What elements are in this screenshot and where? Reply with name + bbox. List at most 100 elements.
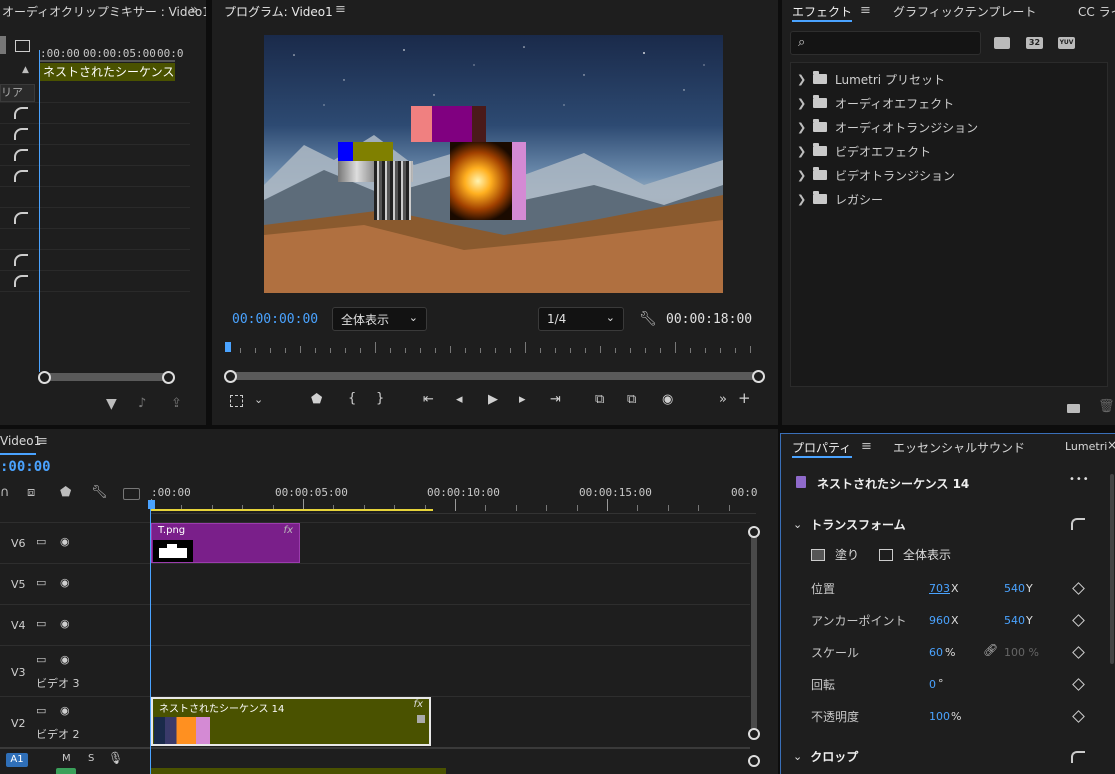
opacity-value[interactable]: 100 [929, 710, 950, 723]
keyframe-position-icon[interactable] [1072, 582, 1085, 595]
safe-margins-icon[interactable] [230, 395, 243, 407]
more-options-icon[interactable]: ••• [1069, 474, 1090, 485]
anchor-x-value[interactable]: 960 [929, 614, 950, 627]
tree-item-video-effects[interactable]: ❯ ビデオエフェクト [797, 141, 931, 161]
effects-search-box[interactable]: ⌕ [790, 31, 981, 55]
panel-layout-icon[interactable] [15, 40, 30, 52]
keyframe-rotation-icon[interactable] [1072, 678, 1085, 691]
camera-icon[interactable]: ◉ [662, 393, 673, 406]
reset-icon[interactable] [14, 212, 28, 224]
filter-icon[interactable]: ▼ [106, 397, 117, 411]
audio-target-indicator[interactable] [56, 768, 76, 774]
video-tracks-scrollbar[interactable] [751, 529, 757, 735]
film-icon[interactable]: ▭ [36, 704, 46, 717]
more-controls-icon[interactable]: » [719, 393, 727, 406]
panel-menu-icon[interactable]: ≡ [37, 435, 48, 448]
audio-track-a1-header[interactable]: A1 M S 🎙︎ [0, 750, 150, 774]
linked-selection-icon[interactable]: ⧈ [27, 486, 35, 499]
reset-icon[interactable] [14, 128, 28, 140]
reset-icon[interactable] [14, 170, 28, 182]
wrench-icon[interactable]: 🔧︎ [91, 486, 108, 499]
track-header-v2[interactable]: V2 ▭ ◉ ビデオ 2 [0, 697, 150, 747]
scroll-handle-right[interactable] [752, 370, 765, 383]
film-icon[interactable]: ▭ [36, 653, 46, 666]
marker-icon[interactable]: ⬟ [311, 393, 322, 406]
go-to-in-icon[interactable]: ⇤ [423, 393, 434, 406]
panel-menu-icon[interactable]: ≡ [861, 440, 872, 453]
audio-track-icon[interactable]: ♪ [138, 397, 146, 410]
extract-icon[interactable]: ⧉ [627, 393, 636, 406]
timeline-timecode[interactable]: :00:00 [0, 459, 51, 475]
add-button-icon[interactable]: + [738, 391, 751, 406]
audio-clip[interactable] [151, 768, 446, 774]
32bit-effects-icon[interactable]: 32 [1026, 37, 1043, 49]
track-target-a1[interactable]: A1 [6, 753, 28, 767]
eye-icon[interactable]: ◉ [60, 535, 70, 548]
accelerated-effects-icon[interactable] [994, 37, 1010, 49]
reset-crop-icon[interactable] [1071, 751, 1085, 763]
timeline-title[interactable]: Video1 [0, 434, 41, 448]
scroll-handle-top[interactable] [748, 755, 760, 767]
panel-menu-icon[interactable]: ≡ [335, 3, 346, 16]
chevron-down-icon[interactable]: ⌄ [793, 750, 802, 763]
lift-icon[interactable]: ⧉ [595, 393, 604, 406]
add-marker-icon[interactable]: ⬟ [60, 486, 71, 499]
step-back-icon[interactable]: ◂ [456, 393, 463, 406]
tab-lumetri[interactable]: Lumetri [1065, 440, 1107, 453]
scroll-handle-top[interactable] [748, 526, 760, 538]
captions-icon[interactable] [123, 488, 140, 500]
tree-item-legacy[interactable]: ❯ レガシー [797, 189, 883, 209]
panel-expand-icon[interactable]: » [190, 3, 199, 17]
work-area-bar[interactable] [151, 509, 433, 511]
film-icon[interactable]: ▭ [36, 576, 46, 589]
eye-icon[interactable]: ◉ [60, 653, 70, 666]
tab-cc-libraries[interactable]: CC ライ [1078, 3, 1115, 20]
tree-item-audio-transitions[interactable]: ❯ オーディオトランジション [797, 117, 978, 137]
export-icon[interactable]: ⇪ [171, 397, 182, 410]
tree-item-audio-effects[interactable]: ❯ オーディオエフェクト [797, 93, 954, 113]
reset-icon[interactable] [14, 149, 28, 161]
yuv-effects-icon[interactable]: YUV [1058, 37, 1075, 49]
close-icon[interactable]: × [1107, 438, 1115, 452]
collapse-up-icon[interactable]: ▲ [22, 66, 29, 75]
track-header-v6[interactable]: V6 ▭ ◉ [0, 523, 150, 563]
tab-properties[interactable]: プロパティ [792, 439, 851, 456]
reset-icon[interactable] [14, 107, 28, 119]
mixer-tool-icon[interactable] [0, 36, 6, 54]
tab-effects[interactable]: エフェクト [792, 3, 852, 20]
fit-dropdown[interactable]: 全体表示 ⌄ [332, 307, 427, 331]
panel-menu-icon[interactable]: ≡ [860, 4, 871, 17]
program-zoom-scrollbar[interactable] [230, 372, 758, 380]
eye-icon[interactable]: ◉ [60, 576, 70, 589]
clip-t-png[interactable]: T.png fx [151, 523, 300, 563]
properties-scrollbar[interactable] [1110, 474, 1114, 664]
scroll-handle-left[interactable] [224, 370, 237, 383]
tab-graphic-templates[interactable]: グラフィックテンプレート [893, 3, 1036, 20]
tree-item-video-transitions[interactable]: ❯ ビデオトランジション [797, 165, 955, 185]
track-header-v5[interactable]: V5 ▭ ◉ [0, 564, 150, 604]
chevron-right-icon[interactable]: ❯ [797, 73, 813, 86]
chevron-right-icon[interactable]: ❯ [797, 169, 813, 182]
mixer-nested-clip[interactable]: ネストされたシーケンス [40, 63, 175, 81]
snap-icon[interactable]: ∩ [0, 486, 10, 499]
program-title[interactable]: プログラム: Video1 [224, 3, 333, 20]
position-x-value[interactable]: 703 [929, 582, 950, 595]
fx-badge[interactable]: fx [284, 525, 293, 536]
reset-transform-icon[interactable] [1071, 518, 1085, 530]
program-mini-ruler[interactable] [225, 340, 760, 356]
position-y-value[interactable]: 540 [1004, 582, 1025, 595]
chevron-down-icon[interactable]: ⌄ [254, 394, 263, 405]
scroll-handle-bottom[interactable] [748, 728, 760, 740]
resolution-dropdown[interactable]: 1/4 ⌄ [538, 307, 624, 331]
timeline-ruler[interactable] [151, 499, 756, 514]
film-icon[interactable]: ▭ [36, 535, 46, 548]
chevron-down-icon[interactable]: ⌄ [793, 518, 802, 531]
tab-essential-sound[interactable]: エッセンシャルサウンド [893, 439, 1025, 456]
film-icon[interactable]: ▭ [36, 617, 46, 630]
scroll-handle-right[interactable] [162, 371, 175, 384]
effects-search-input[interactable] [817, 34, 976, 54]
timeline-playhead[interactable] [150, 507, 151, 774]
eye-icon[interactable]: ◉ [60, 617, 70, 630]
fill-frame-button[interactable]: 塗り [811, 546, 859, 563]
fit-frame-button[interactable]: 全体表示 [879, 546, 951, 563]
